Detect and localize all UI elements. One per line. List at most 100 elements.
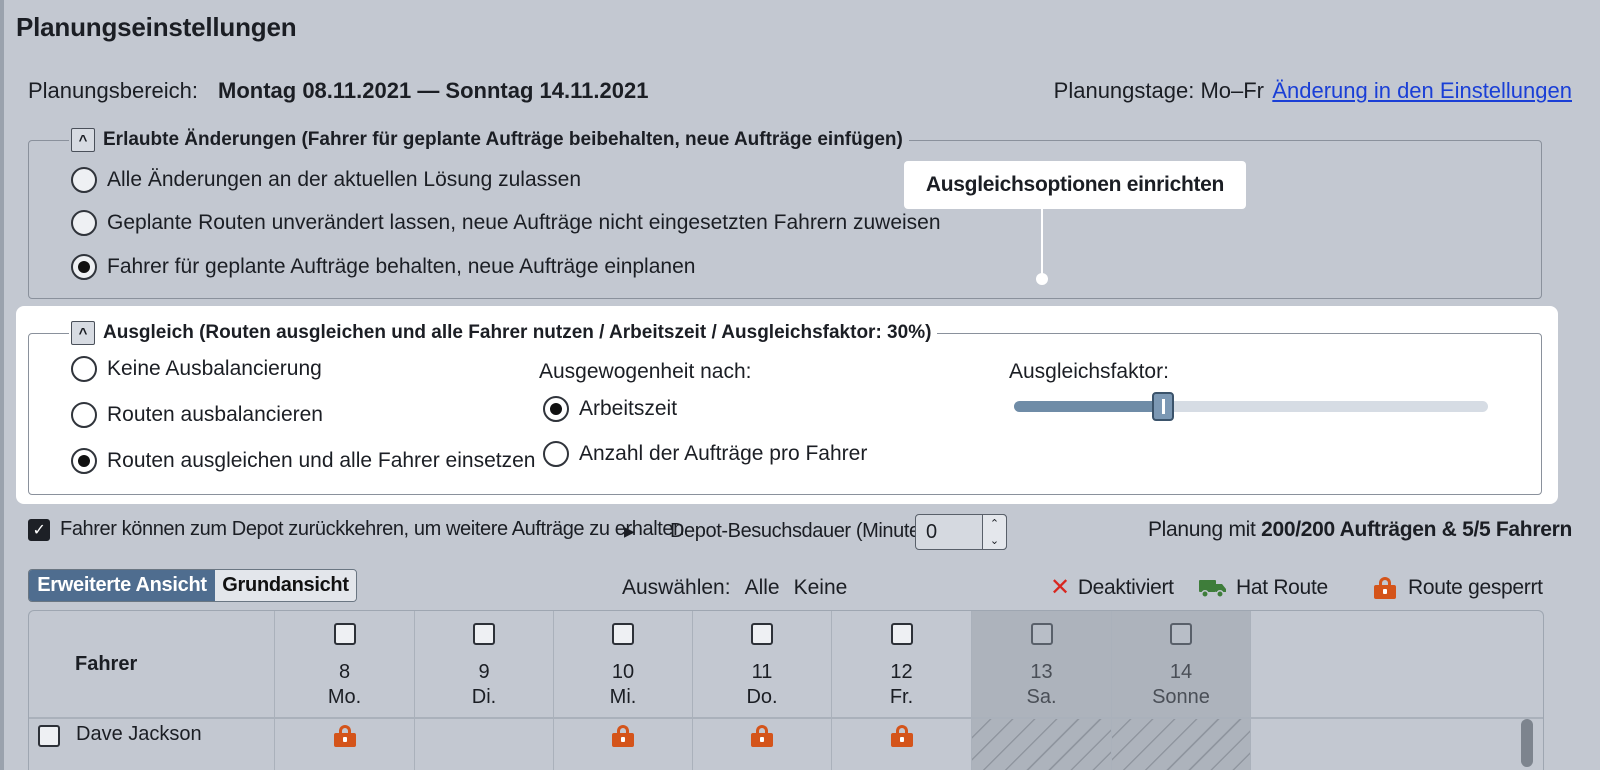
day-number: 12 xyxy=(890,661,913,683)
disabled-cell-hatch xyxy=(1112,717,1250,770)
tooltip-connector xyxy=(1041,209,1043,277)
lock-icon[interactable] xyxy=(612,725,634,747)
tooltip-anchor-dot xyxy=(1036,273,1048,285)
select-label: Auswählen: xyxy=(622,576,731,599)
plan-summary: Planung mit 200/200 Aufträgen & 5/5 Fahr… xyxy=(1148,518,1572,542)
select-all-link[interactable]: Alle xyxy=(745,576,780,600)
balance-tooltip: Ausgleichsoptionen einrichten xyxy=(904,161,1246,209)
radio-label: Arbeitszeit xyxy=(579,397,678,420)
radio-by-worktime[interactable]: Arbeitszeit xyxy=(543,396,677,422)
radio-balance-routes[interactable]: Routen ausbalancieren xyxy=(71,402,323,428)
vertical-scrollbar[interactable] xyxy=(1521,719,1533,767)
balance-group: ^ Ausgleich (Routen ausgleichen und alle… xyxy=(28,320,1542,495)
radio-button[interactable] xyxy=(71,210,97,236)
radio-button-selected[interactable] xyxy=(71,448,97,474)
day-checkbox[interactable] xyxy=(473,623,495,645)
day-checkbox[interactable] xyxy=(890,623,913,645)
slider-thumb[interactable] xyxy=(1152,392,1175,421)
key-has-route-label: Hat Route xyxy=(1236,576,1328,599)
day-number: 14 xyxy=(1169,661,1193,683)
collapse-icon[interactable]: ^ xyxy=(71,128,95,152)
chevron-right-icon[interactable]: ▶ xyxy=(624,523,635,540)
radio-allow-all[interactable]: Alle Änderungen an der aktuellen Lösung … xyxy=(71,167,581,193)
day-checkbox[interactable] xyxy=(1030,623,1053,645)
day-checkbox[interactable] xyxy=(1170,623,1192,645)
day-column-13: 13 Sa. xyxy=(971,611,1111,770)
day-column-11: 11 Do. xyxy=(692,611,831,770)
stepper-down-icon[interactable]: ⌄ xyxy=(983,532,1006,549)
day-checkbox[interactable] xyxy=(751,623,773,645)
day-name: Mo. xyxy=(327,686,362,708)
x-icon: ✕ xyxy=(1050,574,1070,601)
radio-label: Anzahl der Aufträge pro Fahrer xyxy=(579,442,868,465)
day-name: Fr. xyxy=(889,686,914,708)
radio-button[interactable] xyxy=(543,441,569,467)
day-checkbox[interactable] xyxy=(612,623,634,645)
plan-summary-counts: 200/200 Aufträgen & 5/5 Fahrern xyxy=(1261,518,1572,541)
lock-icon[interactable] xyxy=(890,725,913,747)
planning-range-row: Planungsbereich: Montag 08.11.2021 — Son… xyxy=(28,78,1572,108)
day-number: 10 xyxy=(611,661,635,683)
lock-icon[interactable] xyxy=(333,725,356,747)
radio-label: Geplante Routen unverändert lassen, neue… xyxy=(107,211,941,234)
day-column-14: 14 Sonne xyxy=(1111,611,1250,770)
truck-icon xyxy=(1199,580,1226,598)
radio-label: Routen ausbalancieren xyxy=(107,403,323,426)
allowed-changes-title: Erlaubte Änderungen (Fahrer für geplante… xyxy=(103,129,903,150)
key-deactivated: ✕ Deaktiviert xyxy=(1050,576,1174,600)
balance-factor-slider[interactable] xyxy=(1014,392,1488,421)
balance-legend: ^ Ausgleich (Routen ausgleichen und alle… xyxy=(69,320,938,346)
day-name: Sa. xyxy=(1026,686,1057,708)
radio-label: Routen ausgleichen und alle Fahrer einse… xyxy=(107,449,536,472)
day-column-10: 10 Mi. xyxy=(553,611,692,770)
extended-view-button[interactable]: Erweiterte Ansicht xyxy=(29,570,215,601)
day-number: 13 xyxy=(1030,661,1053,683)
radio-button[interactable] xyxy=(71,356,97,382)
key-route-locked: Route gesperrt xyxy=(1374,576,1543,600)
day-number: 8 xyxy=(338,661,351,683)
key-deactivated-label: Deaktiviert xyxy=(1077,576,1174,599)
radio-keep-routes[interactable]: Geplante Routen unverändert lassen, neue… xyxy=(71,210,941,236)
planning-range-label: Planungsbereich: xyxy=(28,78,199,103)
window-edge xyxy=(0,0,4,770)
day-name: Mi. xyxy=(609,686,637,708)
filler-column xyxy=(1250,611,1543,770)
settings-link[interactable]: Änderung in den Einstellungen xyxy=(1272,78,1572,104)
select-none-link[interactable]: Keine xyxy=(794,576,848,600)
driver-checkbox[interactable] xyxy=(38,725,60,747)
radio-balance-all-drivers[interactable]: Routen ausgleichen und alle Fahrer einse… xyxy=(71,448,535,474)
stepper-up-icon[interactable]: ⌃ xyxy=(983,515,1006,532)
depot-return-option[interactable]: ✓ Fahrer können zum Depot zurückkehren, … xyxy=(28,518,684,541)
day-checkbox[interactable] xyxy=(333,623,356,645)
radio-button-selected[interactable] xyxy=(71,254,97,280)
radio-button[interactable] xyxy=(71,402,97,428)
balance-title: Ausgleich (Routen ausgleichen und alle F… xyxy=(103,322,932,343)
day-name: Di. xyxy=(471,686,497,708)
radio-label: Fahrer für geplante Aufträge behalten, n… xyxy=(107,255,696,278)
day-column-12: 12 Fr. xyxy=(831,611,971,770)
radio-keep-drivers[interactable]: Fahrer für geplante Aufträge behalten, n… xyxy=(71,254,695,280)
lock-icon[interactable] xyxy=(751,725,773,747)
day-column-8: 8 Mo. xyxy=(274,611,414,770)
basic-view-button[interactable]: Grundansicht xyxy=(215,570,356,601)
radio-by-order-count[interactable]: Anzahl der Aufträge pro Fahrer xyxy=(543,441,867,467)
radio-button[interactable] xyxy=(71,167,97,193)
slider-fill xyxy=(1014,401,1163,412)
schedule-grid: Fahrer 8 Mo. 9 Di. 10 Mi. 11 Do. 12 Fr. … xyxy=(28,610,1544,770)
depot-duration-label: Depot-Besuchsdauer (Minuten): xyxy=(670,520,942,542)
depot-duration-stepper[interactable]: ⌃ ⌄ xyxy=(982,514,1007,550)
view-toggle: Erweiterte Ansicht Grundansicht xyxy=(28,569,357,602)
balance-by-label: Ausgewogenheit nach: xyxy=(539,360,752,383)
driver-column-header: Fahrer xyxy=(75,653,138,675)
select-row: Auswählen: Alle Keine xyxy=(622,576,847,600)
allowed-changes-legend: ^ Erlaubte Änderungen (Fahrer für geplan… xyxy=(69,127,909,153)
day-column-9: 9 Di. xyxy=(414,611,553,770)
collapse-icon[interactable]: ^ xyxy=(71,321,95,345)
radio-button-selected[interactable] xyxy=(543,396,569,422)
radio-no-balancing[interactable]: Keine Ausbalancierung xyxy=(71,356,322,382)
driver-name: Dave Jackson xyxy=(76,723,202,745)
depot-return-checkbox[interactable]: ✓ xyxy=(28,518,50,541)
lock-icon xyxy=(1374,577,1396,599)
key-route-locked-label: Route gesperrt xyxy=(1408,576,1543,599)
day-number: 11 xyxy=(751,661,773,683)
